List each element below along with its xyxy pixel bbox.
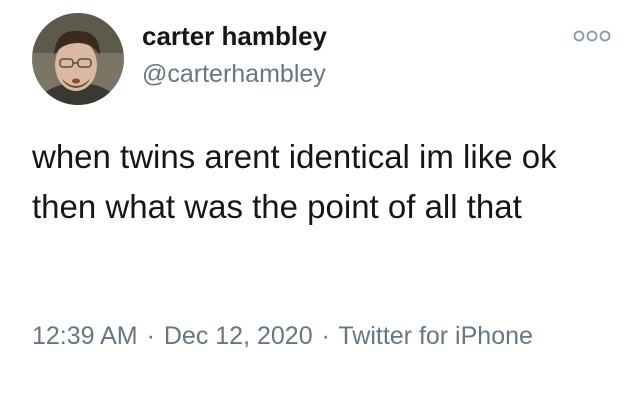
meta-separator: ·	[146, 322, 155, 350]
avatar[interactable]	[32, 13, 124, 105]
more-options-button[interactable]	[568, 24, 616, 48]
tweet-source[interactable]: Twitter for iPhone	[338, 322, 533, 350]
tweet-card: carter hambley @carterhambley when twins…	[0, 0, 640, 415]
display-name[interactable]: carter hambley	[142, 20, 327, 52]
tweet-time[interactable]: 12:39 AM	[32, 322, 138, 350]
username-handle[interactable]: @carterhambley	[142, 58, 326, 90]
avatar-photo-icon	[32, 13, 124, 105]
tweet-date[interactable]: Dec 12, 2020	[164, 322, 313, 350]
tweet-metadata: 12:39 AM · Dec 12, 2020 · Twitter for iP…	[32, 318, 592, 354]
more-options-icon	[573, 30, 611, 42]
tweet-text: when twins arent identical im like ok th…	[32, 138, 557, 225]
meta-separator: ·	[321, 322, 330, 350]
